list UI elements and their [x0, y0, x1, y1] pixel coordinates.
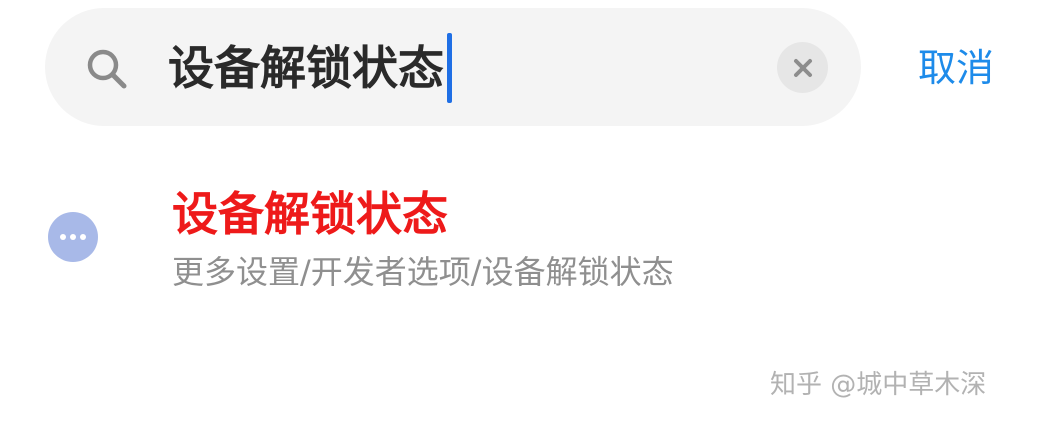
search-icon [87, 49, 127, 89]
result-path: 更多设置/开发者选项/设备解锁状态 [172, 253, 674, 291]
search-page: 设备解锁状态 取消 设备解锁状态 更多设置/开发者选项/设备解锁状态 知乎 @城… [0, 0, 1049, 430]
clear-search-button[interactable] [777, 42, 828, 93]
search-input-value: 设备解锁状态 [168, 41, 444, 95]
watermark: 知乎 @城中草木深 [770, 370, 987, 400]
search-input[interactable]: 设备解锁状态 [168, 33, 452, 103]
cancel-button[interactable]: 取消 [918, 38, 994, 98]
close-icon [793, 58, 812, 77]
text-cursor [447, 33, 452, 103]
more-icon [48, 212, 98, 262]
result-title: 设备解锁状态 [172, 187, 448, 241]
search-result-item[interactable]: 设备解锁状态 更多设置/开发者选项/设备解锁状态 [0, 170, 1049, 310]
